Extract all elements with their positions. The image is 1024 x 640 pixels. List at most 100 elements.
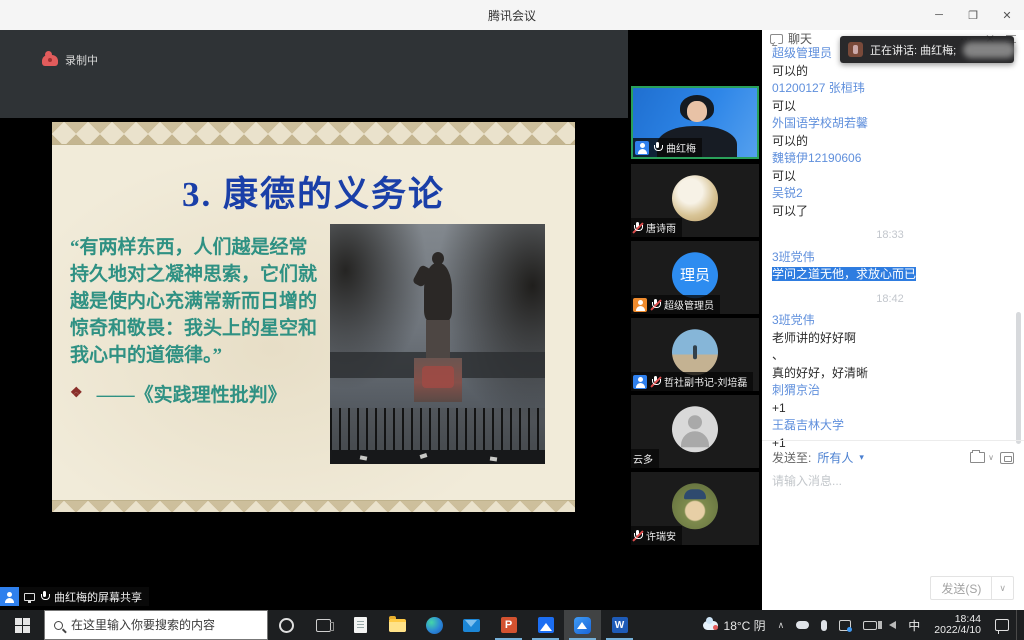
- video-tile-yunduo[interactable]: 云多: [631, 395, 759, 468]
- ime-indicator[interactable]: 中: [903, 610, 925, 640]
- chat-messages: 超级管理员 可以的 01200127 张桓玮 可以 外国语学校胡若馨 可以的 魏…: [762, 45, 1018, 452]
- cortana-button[interactable]: [268, 610, 305, 640]
- quote-line: 惊奇和敬畏：我头上的星空和: [70, 315, 346, 342]
- onedrive-tray-button[interactable]: [791, 610, 814, 640]
- chat-footer: 发送至: 所有人 ▾ ∨ 发送(S) ∨: [762, 440, 1024, 610]
- chevron-down-icon[interactable]: ∨: [988, 453, 994, 462]
- mic-on-icon: [653, 142, 662, 154]
- word-button[interactable]: W: [601, 610, 638, 640]
- speaking-avatar: [848, 42, 863, 57]
- chat-bubble-icon: [770, 34, 783, 44]
- recording-label: 录制中: [65, 52, 98, 68]
- task-view-button[interactable]: [305, 610, 342, 640]
- windows-logo-icon: [15, 618, 30, 633]
- diamond-bullet-icon: ❖: [70, 385, 83, 402]
- video-tile-admin[interactable]: 理员 超级管理员: [631, 241, 759, 314]
- screen-share-banner: 曲红梅的屏幕共享: [0, 587, 149, 606]
- chat-message: 、: [772, 347, 1008, 365]
- mic-icon: [40, 591, 49, 603]
- participant-name: 唐诗雨: [646, 220, 676, 235]
- clock-date: 2022/4/10: [934, 625, 981, 636]
- speaking-text: 正在讲话: 曲红梅;: [870, 42, 956, 58]
- citation-text: ——《实践理性批判》: [97, 380, 287, 407]
- word-icon: W: [612, 617, 628, 633]
- avatar: [672, 329, 718, 375]
- chat-message: +1: [772, 400, 1008, 418]
- photos-icon: [538, 617, 554, 633]
- mail-icon: [463, 619, 480, 632]
- file-explorer-icon: [389, 619, 406, 632]
- screenshot-icon[interactable]: [1000, 452, 1014, 464]
- video-tile-liupeilei[interactable]: 哲社副书记-刘培磊: [631, 318, 759, 391]
- quote-line: 越是使内心充满常新而日增的: [70, 288, 346, 315]
- member-icon: [635, 141, 649, 155]
- chat-message: 可以: [772, 168, 1008, 186]
- chat-timestamp: 18:42: [772, 291, 1008, 309]
- video-tile-quhongmei[interactable]: 曲红梅: [631, 86, 759, 159]
- close-button[interactable]: ✕: [990, 0, 1024, 30]
- screen-share-area: 录制中 3. 康德的义务论 “有两样东西，人们越是经常 持久地对之凝神思索，它们…: [0, 30, 628, 610]
- host-icon: [633, 298, 647, 312]
- hidden-icons-chevron[interactable]: ∧: [773, 610, 790, 640]
- search-icon: [54, 621, 63, 630]
- task-view-icon: [316, 619, 331, 632]
- minimize-button[interactable]: ─: [922, 0, 956, 30]
- chat-sender: 刺猬京治: [772, 382, 1008, 400]
- mic-muted-icon: [651, 299, 660, 311]
- mic-muted-icon: [633, 222, 642, 234]
- meeting-tray-icon: [839, 620, 851, 631]
- statue-body: [424, 263, 452, 321]
- send-options-caret[interactable]: ∨: [991, 577, 1013, 599]
- mail-button[interactable]: [453, 610, 490, 640]
- video-tile-tangshiyu[interactable]: 唐诗雨: [631, 164, 759, 237]
- video-tile-xuruian[interactable]: 许瑞安: [631, 472, 759, 545]
- photos-button[interactable]: [527, 610, 564, 640]
- statue-pedestal: [426, 320, 450, 360]
- file-explorer-button[interactable]: [379, 610, 416, 640]
- clock[interactable]: 18:44 2022/4/10: [927, 614, 988, 636]
- powerpoint-button[interactable]: P: [490, 610, 527, 640]
- send-file-icon[interactable]: [970, 452, 985, 463]
- chat-scrollbar[interactable]: [1016, 312, 1021, 444]
- microphone-tray-button[interactable]: [816, 610, 832, 640]
- taskbar-search[interactable]: [44, 610, 268, 640]
- speaker-icon: [889, 621, 896, 629]
- edge-icon: [426, 617, 443, 634]
- mic-icon: [821, 620, 827, 631]
- search-input[interactable]: [71, 618, 246, 632]
- kant-statue-photo: [330, 224, 545, 464]
- tencent-meeting-button[interactable]: [564, 610, 601, 640]
- slide-border-pattern-top: [52, 122, 575, 145]
- meeting-tray-button[interactable]: [834, 610, 856, 640]
- participant-name: 超级管理员: [664, 297, 714, 312]
- avatar: [672, 483, 718, 529]
- chat-input[interactable]: [772, 474, 1010, 488]
- chevron-down-icon[interactable]: ▾: [859, 452, 864, 463]
- chat-sender: 吴锐2: [772, 185, 1008, 203]
- volume-tray-button[interactable]: [884, 610, 901, 640]
- participant-name: 哲社副书记-刘培磊: [664, 374, 747, 389]
- statue-graffiti: [422, 366, 454, 388]
- sharer-person-icon: [0, 587, 19, 606]
- show-desktop-button[interactable]: [1016, 610, 1020, 640]
- participant-name: 曲红梅: [666, 140, 696, 155]
- mic-muted-icon: [633, 530, 642, 542]
- send-button[interactable]: 发送(S): [931, 580, 991, 597]
- blurred-names: [963, 42, 1015, 58]
- action-center-button[interactable]: [990, 610, 1014, 640]
- weather-widget[interactable]: 18°C 阴: [698, 610, 771, 640]
- notepad-icon: [354, 617, 367, 633]
- start-button[interactable]: [0, 610, 44, 640]
- edge-button[interactable]: [416, 610, 453, 640]
- shared-slide: 3. 康德的义务论 “有两样东西，人们越是经常 持久地对之凝神思索，它们就 越是…: [52, 122, 575, 512]
- participant-name: 许瑞安: [646, 528, 676, 543]
- send-to-dropdown[interactable]: 所有人: [817, 449, 853, 466]
- screen-share-icon: [24, 593, 35, 601]
- tencent-meeting-icon: [574, 617, 591, 634]
- titlebar: 腾讯会议 ─ ❐ ✕: [0, 0, 1024, 30]
- notepad-button[interactable]: [342, 610, 379, 640]
- avatar: [672, 175, 718, 221]
- restore-button[interactable]: ❐: [956, 0, 990, 30]
- cloud-icon: [796, 621, 809, 629]
- recording-indicator[interactable]: 录制中: [42, 52, 98, 68]
